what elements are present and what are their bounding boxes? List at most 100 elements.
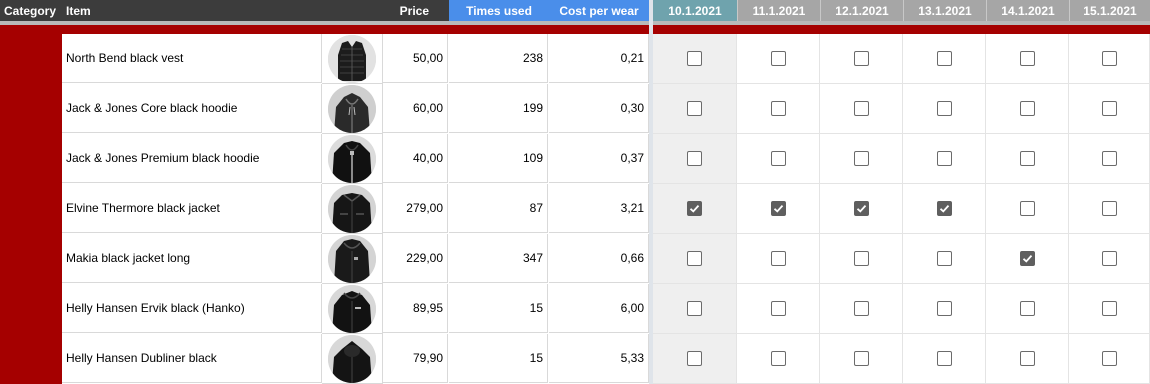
item-price[interactable]: 229,00 (383, 234, 448, 283)
wear-checkbox[interactable] (1019, 101, 1035, 116)
day-cell (1069, 134, 1150, 184)
hoodie-gray-image (328, 84, 376, 133)
day-cell (903, 134, 986, 184)
wear-checkbox[interactable] (1101, 151, 1117, 166)
header-date: 12.1.2021 (820, 0, 903, 21)
day-cell (986, 134, 1069, 184)
wear-checkbox[interactable] (936, 351, 952, 366)
wear-checkbox[interactable] (770, 101, 786, 116)
wear-checkbox[interactable] (687, 251, 702, 266)
day-cell (1069, 234, 1150, 284)
wear-checkbox[interactable] (770, 301, 786, 316)
wear-checkbox[interactable] (770, 351, 786, 366)
day-cell (1069, 184, 1150, 234)
wear-checkbox[interactable] (687, 351, 702, 366)
wear-checkbox[interactable] (1019, 201, 1035, 216)
day-cell (653, 34, 737, 84)
item-cost-per-wear[interactable]: 0,66 (549, 234, 649, 283)
header-date-today: 10.1.2021 (653, 0, 737, 21)
wear-checkbox[interactable] (1101, 201, 1117, 216)
item-thumbnail (322, 84, 383, 134)
wear-checkbox[interactable] (770, 51, 786, 66)
checkmark-icon (689, 204, 700, 213)
wear-checkbox[interactable] (1101, 301, 1117, 316)
wear-checkbox[interactable] (687, 51, 702, 66)
item-name[interactable]: Jack & Jones Premium black hoodie (62, 134, 322, 183)
wear-checkbox[interactable] (936, 301, 952, 316)
item-cost-per-wear[interactable]: 6,00 (549, 284, 649, 333)
day-cell (737, 34, 820, 84)
wear-checkbox[interactable] (1019, 51, 1035, 66)
item-times-used[interactable]: 109 (449, 134, 548, 183)
wear-checkbox[interactable] (936, 101, 952, 116)
wear-checkbox[interactable] (853, 351, 869, 366)
item-name[interactable]: Jack & Jones Core black hoodie (62, 84, 322, 133)
item-price[interactable]: 50,00 (383, 34, 448, 83)
wear-checkbox[interactable] (936, 251, 952, 266)
wear-checkbox[interactable] (770, 201, 786, 216)
wear-checkbox[interactable] (853, 101, 869, 116)
item-name[interactable]: Helly Hansen Ervik black (Hanko) (62, 284, 322, 333)
wear-checkbox[interactable] (853, 301, 869, 316)
header-cost-per-wear: Cost per wear (549, 0, 649, 21)
wear-checkbox[interactable] (936, 51, 952, 66)
item-times-used[interactable]: 238 (449, 34, 548, 83)
table-row: Helly Hansen Dubliner black 79,90 15 5,33 (62, 334, 649, 384)
hoodie-black-image (328, 134, 376, 183)
wear-checkbox[interactable] (1101, 101, 1117, 116)
item-cost-per-wear[interactable]: 3,21 (549, 184, 649, 233)
item-cost-per-wear[interactable]: 0,37 (549, 134, 649, 183)
wear-checkbox[interactable] (936, 201, 952, 216)
wear-checkbox[interactable] (1019, 251, 1035, 266)
wear-checkbox[interactable] (853, 251, 869, 266)
item-times-used[interactable]: 15 (449, 284, 548, 333)
header-date: 11.1.2021 (737, 0, 820, 21)
wear-checkbox[interactable] (687, 151, 702, 166)
table-row: Jack & Jones Core black hoodie 60,00 199 0,… (62, 84, 649, 134)
item-name[interactable]: Makia black jacket long (62, 234, 322, 283)
item-price[interactable]: 60,00 (383, 84, 448, 133)
wear-checkbox[interactable] (853, 201, 869, 216)
checkmark-icon (773, 204, 783, 213)
item-times-used[interactable]: 347 (449, 234, 548, 283)
item-name[interactable]: Elvine Thermore black jacket (62, 184, 322, 233)
wear-checkbox[interactable] (687, 101, 702, 116)
item-price[interactable]: 89,95 (383, 284, 448, 333)
day-cell (737, 234, 820, 284)
item-thumbnail (322, 234, 383, 284)
day-cell (1069, 84, 1150, 134)
item-cost-per-wear[interactable]: 5,33 (549, 334, 649, 383)
table-row: Makia black jacket long 229,00 347 0,66 (62, 234, 649, 284)
wear-checkbox[interactable] (770, 151, 786, 166)
day-cell (820, 284, 903, 334)
item-cost-per-wear[interactable]: 0,30 (549, 84, 649, 133)
item-name[interactable]: North Bend black vest (62, 34, 322, 83)
item-name[interactable]: Helly Hansen Dubliner black (62, 334, 322, 383)
item-price[interactable]: 279,00 (383, 184, 448, 233)
wear-checkbox[interactable] (770, 251, 786, 266)
wear-checkbox[interactable] (1019, 301, 1035, 316)
item-price[interactable]: 40,00 (383, 134, 448, 183)
wear-checkbox[interactable] (1019, 351, 1035, 366)
day-cell (903, 34, 986, 84)
wear-checkbox[interactable] (853, 151, 869, 166)
item-thumbnail (322, 334, 383, 384)
day-cell (903, 334, 986, 384)
item-times-used[interactable]: 199 (449, 84, 548, 133)
item-times-used[interactable]: 87 (449, 184, 548, 233)
day-cell (820, 184, 903, 234)
day-cell (820, 234, 903, 284)
item-price[interactable]: 79,90 (383, 334, 448, 383)
wear-checkbox[interactable] (1101, 351, 1117, 366)
item-times-used[interactable]: 15 (449, 334, 548, 383)
wear-checkbox[interactable] (853, 51, 869, 66)
item-cost-per-wear[interactable]: 0,21 (549, 34, 649, 83)
day-cell (986, 84, 1069, 134)
wear-checkbox[interactable] (1101, 51, 1117, 66)
wear-checkbox[interactable] (687, 301, 702, 316)
wear-checkbox[interactable] (687, 201, 702, 216)
wear-checkbox[interactable] (1101, 251, 1117, 266)
wear-checkbox[interactable] (936, 151, 952, 166)
wear-checkbox[interactable] (1019, 151, 1035, 166)
jacket-hood-image (328, 284, 376, 333)
